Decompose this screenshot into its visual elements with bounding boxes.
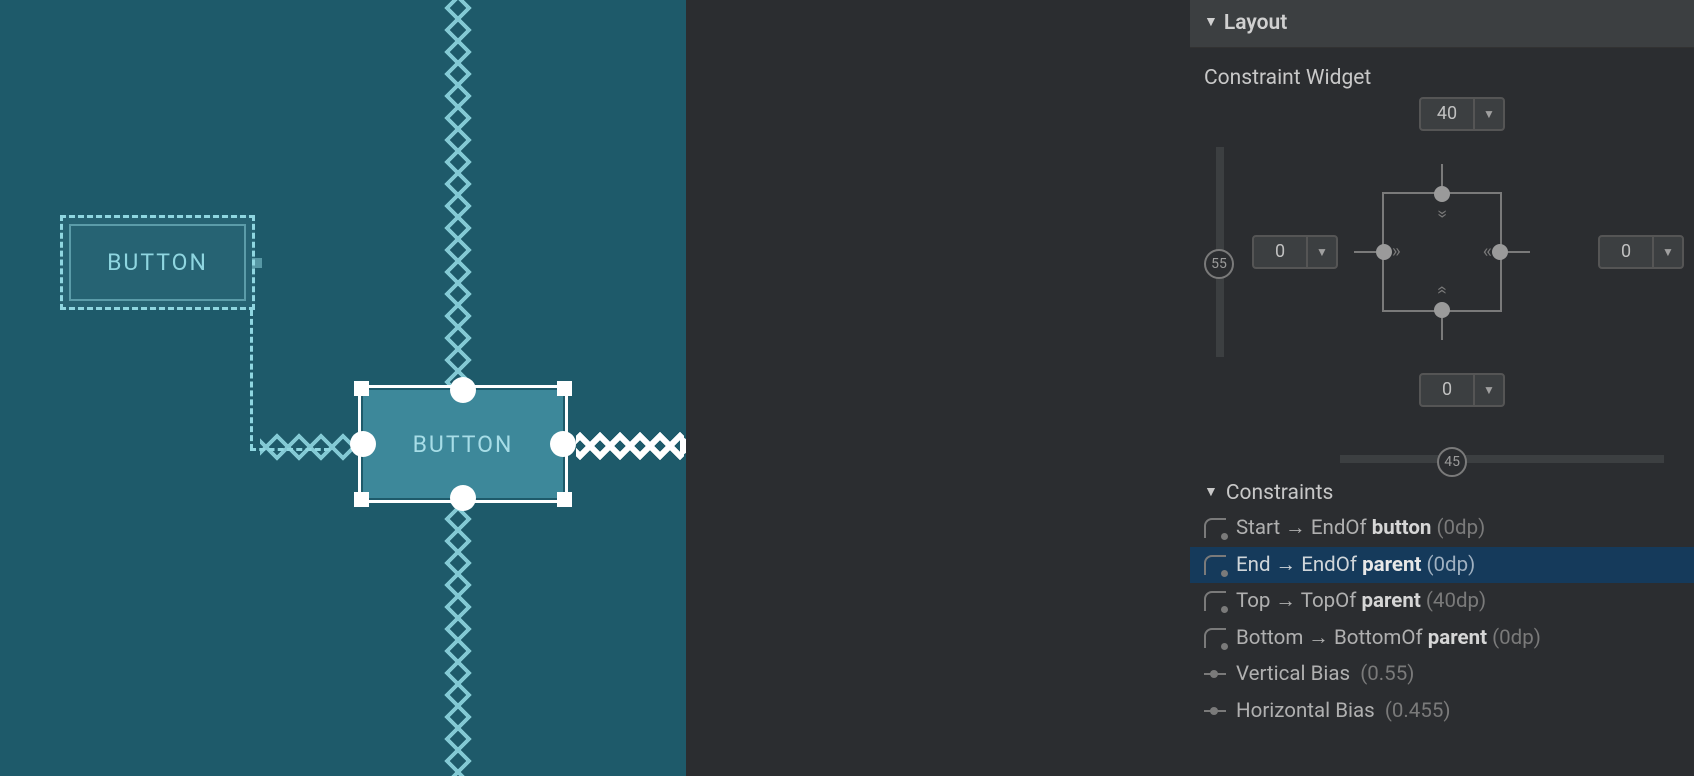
vertical-bias-value[interactable]: 55 [1204, 249, 1234, 279]
button-label: BUTTON [107, 249, 208, 276]
section-title: Constraints [1226, 483, 1334, 504]
section-title: Layout [1224, 13, 1287, 34]
constraint-widget-label: Constraint Widget [1190, 48, 1694, 97]
margin-bottom-input[interactable]: 0 ▼ [1419, 373, 1505, 407]
chevron-down-icon[interactable]: ▼ [1652, 237, 1682, 267]
constraint-row[interactable]: Top → TopOf parent (40dp) [1190, 583, 1694, 620]
wrap-content-icon: ›› [1485, 243, 1492, 261]
constraint-text: End → EndOf parent (0dp) [1236, 555, 1475, 576]
constraint-spring-start [260, 432, 360, 462]
constraint-anchor-start[interactable] [1376, 244, 1392, 260]
wrap-content-icon: ›› [1392, 243, 1399, 261]
constraint-spring-bottom [443, 500, 473, 776]
button-widget-selected[interactable]: BUTTON [363, 390, 563, 498]
constraint-text: Start → EndOf button (0dp) [1236, 518, 1485, 539]
constraint-anchor-bottom[interactable] [1434, 302, 1450, 318]
margin-start-input[interactable]: 0 ▼ [1252, 235, 1338, 269]
button-label: BUTTON [413, 431, 514, 458]
constraint-link-start [1354, 251, 1376, 253]
bias-icon [1204, 673, 1226, 675]
horizontal-bias-slider[interactable] [1340, 455, 1664, 463]
margin-top-input[interactable]: 40 ▼ [1419, 97, 1505, 131]
layout-section-header[interactable]: ▼ Layout [1190, 0, 1694, 48]
chevron-down-icon[interactable]: ▼ [1306, 237, 1336, 267]
constraint-anchor-start[interactable] [350, 431, 376, 457]
constraint-icon [1204, 628, 1226, 648]
constraint-anchor-end[interactable] [550, 431, 576, 457]
selection-handle-bottom-left[interactable] [354, 492, 369, 507]
constraint-link-top [1441, 164, 1443, 186]
constraint-icon [1204, 518, 1226, 538]
button-widget-sibling[interactable]: BUTTON [60, 215, 255, 310]
wrap-content-icon: ›› [1433, 288, 1451, 295]
disclosure-triangle-icon: ▼ [1204, 485, 1218, 499]
constraint-anchor-top[interactable] [450, 377, 476, 403]
bias-text: Vertical Bias (0.55) [1236, 664, 1414, 685]
margin-end-input[interactable]: 0 ▼ [1598, 235, 1684, 269]
constraint-row[interactable]: End → EndOf parent (0dp) [1190, 547, 1694, 584]
bias-text: Horizontal Bias (0.455) [1236, 701, 1451, 722]
constraint-spring-top [443, 0, 473, 390]
constraint-spring-end [576, 430, 684, 462]
editor-background [686, 0, 1190, 776]
constraint-text: Bottom → BottomOf parent (0dp) [1236, 628, 1541, 649]
constraint-anchor-top[interactable] [1434, 186, 1450, 202]
constraint-link-bottom [1441, 318, 1443, 340]
constraint-widget-box[interactable]: ›› ›› ›› ›› [1382, 192, 1502, 312]
bias-row[interactable]: Horizontal Bias (0.455) [1190, 693, 1694, 730]
constraint-icon [1204, 591, 1226, 611]
selection-handle-top-left[interactable] [354, 381, 369, 396]
chevron-down-icon[interactable]: ▼ [1473, 375, 1503, 405]
constraint-row[interactable]: Bottom → BottomOf parent (0dp) [1190, 620, 1694, 657]
constraint-guide-vertical [250, 310, 253, 450]
constraints-section-header[interactable]: ▼ Constraints [1190, 473, 1694, 510]
constraint-row[interactable]: Start → EndOf button (0dp) [1190, 510, 1694, 547]
disclosure-triangle-icon: ▼ [1204, 15, 1218, 29]
bias-row[interactable]: Vertical Bias (0.55) [1190, 656, 1694, 693]
design-canvas[interactable]: BUTTON BUTTON [0, 0, 686, 776]
chevron-down-icon[interactable]: ▼ [1473, 99, 1503, 129]
constraint-text: Top → TopOf parent (40dp) [1236, 591, 1486, 612]
constraint-widget[interactable]: 55 40 ▼ 0 ▼ 0 ▼ 0 ▼ ›› ›› [1190, 97, 1694, 407]
wrap-content-icon: ›› [1433, 210, 1451, 217]
constraint-anchor-bottom[interactable] [450, 485, 476, 511]
selection-handle-bottom-right[interactable] [557, 492, 572, 507]
constraints-list: Start → EndOf button (0dp) End → EndOf pa… [1190, 510, 1694, 729]
constraint-link-end [1508, 251, 1530, 253]
bias-icon [1204, 710, 1226, 712]
constraint-icon [1204, 555, 1226, 575]
constraint-anchor-end[interactable] [1492, 244, 1508, 260]
horizontal-bias-value[interactable]: 45 [1437, 447, 1467, 477]
selection-handle-top-right[interactable] [557, 381, 572, 396]
attributes-panel: ▼ Layout Constraint Widget 55 40 ▼ 0 ▼ 0… [1190, 0, 1694, 776]
